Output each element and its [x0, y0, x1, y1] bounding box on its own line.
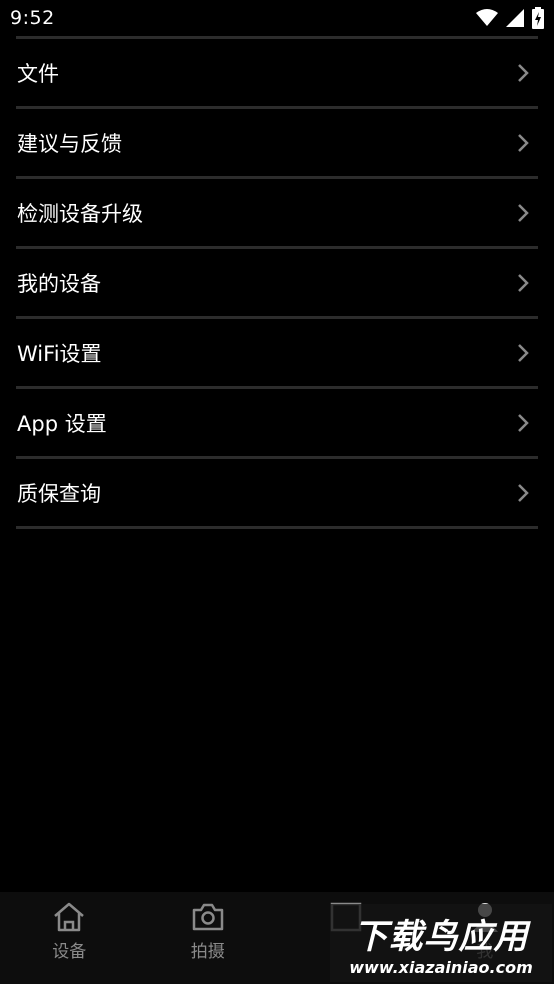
- chevron-right-icon: [508, 483, 538, 503]
- menu-item-label: App 设置: [17, 411, 107, 436]
- menu-item-warranty[interactable]: 质保查询: [16, 459, 538, 529]
- status-icons: [476, 7, 544, 29]
- menu-item-label: 文件: [17, 61, 59, 86]
- menu-item-label: 质保查询: [17, 481, 101, 506]
- chevron-right-icon: [508, 343, 538, 363]
- tab-label: 设备: [52, 942, 87, 962]
- chevron-right-icon: [508, 273, 538, 293]
- battery-icon: [532, 7, 544, 29]
- chevron-right-icon: [508, 63, 538, 83]
- menu-item-wifi-settings[interactable]: WiFi设置: [16, 319, 538, 389]
- camera-icon: [191, 900, 225, 934]
- tab-device[interactable]: 设备: [0, 892, 139, 984]
- menu-item-label: 建议与反馈: [17, 131, 122, 156]
- home-icon: [52, 900, 86, 934]
- menu-item-feedback[interactable]: 建议与反馈: [16, 109, 538, 179]
- menu-item-firmware-upgrade[interactable]: 检测设备升级: [16, 179, 538, 249]
- tab-label: 拍摄: [190, 942, 225, 962]
- watermark: 下载鸟应用 www.xiazainiao.com: [330, 904, 552, 982]
- menu-item-label: 检测设备升级: [17, 201, 143, 226]
- menu-item-files[interactable]: 文件: [16, 39, 538, 109]
- status-bar: 9:52: [0, 0, 554, 36]
- menu-item-label: WiFi设置: [17, 341, 102, 366]
- tab-shoot[interactable]: 拍摄: [139, 892, 278, 984]
- settings-menu: 文件 建议与反馈 检测设备升级 我的设备 WiFi设置 App 设置 质保查询: [16, 36, 538, 529]
- menu-item-label: 我的设备: [17, 271, 101, 296]
- menu-item-my-devices[interactable]: 我的设备: [16, 249, 538, 319]
- watermark-url: www.xiazainiao.com: [349, 958, 533, 977]
- signal-icon: [506, 9, 524, 27]
- chevron-right-icon: [508, 133, 538, 153]
- watermark-title: 下载鸟应用: [353, 917, 529, 957]
- status-time: 9:52: [10, 7, 55, 29]
- wifi-icon: [476, 9, 498, 26]
- chevron-right-icon: [508, 413, 538, 433]
- menu-item-app-settings[interactable]: App 设置: [16, 389, 538, 459]
- chevron-right-icon: [508, 203, 538, 223]
